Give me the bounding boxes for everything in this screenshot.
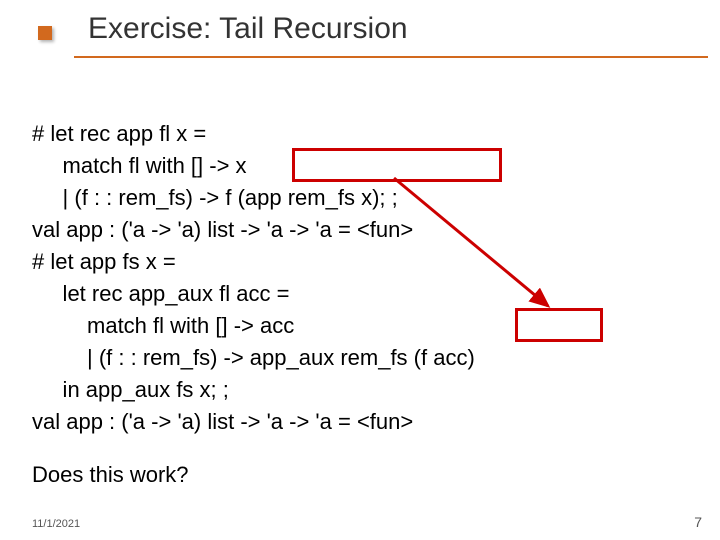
code-line-3: | (f : : rem_fs) -> f (app rem_fs x); ; bbox=[32, 185, 398, 210]
highlight-box-2 bbox=[515, 308, 603, 342]
code-line-1: # let rec app fl x = bbox=[32, 121, 206, 146]
code-block: # let rec app fl x = match fl with [] ->… bbox=[32, 86, 475, 438]
code-line-4: val app : ('a -> 'a) list -> 'a -> 'a = … bbox=[32, 217, 413, 242]
question-text: Does this work? bbox=[32, 462, 189, 488]
footer-page-number: 7 bbox=[694, 514, 702, 530]
title-bullet-icon bbox=[38, 26, 52, 40]
code-line-10: val app : ('a -> 'a) list -> 'a -> 'a = … bbox=[32, 409, 413, 434]
code-line-7: match fl with [] -> acc bbox=[32, 313, 294, 338]
slide-title: Exercise: Tail Recursion bbox=[88, 12, 720, 46]
code-line-5: # let app fs x = bbox=[32, 249, 176, 274]
title-underline bbox=[74, 56, 708, 58]
code-line-6: let rec app_aux fl acc = bbox=[32, 281, 289, 306]
slide-title-area: Exercise: Tail Recursion bbox=[0, 0, 720, 46]
code-line-2: match fl with [] -> x bbox=[32, 153, 247, 178]
code-line-9: in app_aux fs x; ; bbox=[32, 377, 229, 402]
code-line-8: | (f : : rem_fs) -> app_aux rem_fs (f ac… bbox=[32, 345, 475, 370]
footer-date: 11/1/2021 bbox=[32, 518, 80, 530]
